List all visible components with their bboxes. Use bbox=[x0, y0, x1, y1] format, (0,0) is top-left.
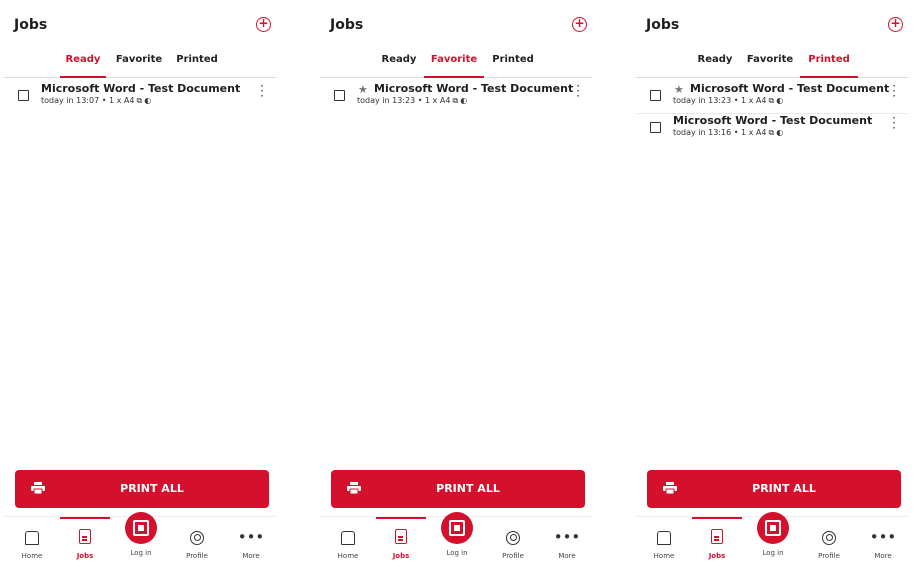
tab-printed[interactable]: Printed bbox=[172, 54, 222, 78]
nav-active-indicator bbox=[376, 517, 426, 519]
job-meta: today in 13:07 • 1 x A4 ⧉ ◐ bbox=[41, 96, 152, 105]
nav-profile[interactable]: Profile bbox=[488, 527, 538, 560]
tab-favorite[interactable]: Favorite bbox=[114, 54, 164, 78]
nav-profile[interactable]: Profile bbox=[804, 527, 854, 560]
print-all-button[interactable]: PRINT ALL bbox=[15, 470, 269, 508]
add-circle-icon[interactable]: + bbox=[572, 17, 587, 32]
star-icon[interactable]: ★ bbox=[674, 83, 684, 96]
nav-active-indicator bbox=[692, 517, 742, 519]
job-meta: today in 13:23 • 1 x A4 ⧉ ◐ bbox=[357, 96, 468, 105]
print-all-label: PRINT ALL bbox=[436, 482, 500, 495]
nav-login[interactable]: Log in bbox=[116, 544, 166, 557]
print-all-button[interactable]: PRINT ALL bbox=[647, 470, 901, 508]
add-circle-icon[interactable]: + bbox=[888, 17, 903, 32]
document-icon bbox=[395, 529, 407, 544]
print-all-label: PRINT ALL bbox=[752, 482, 816, 495]
job-row[interactable]: Microsoft Word - Test Document today in … bbox=[4, 80, 276, 114]
qr-code-icon bbox=[133, 520, 149, 536]
nav-profile[interactable]: Profile bbox=[172, 527, 222, 560]
tab-printed[interactable]: Printed bbox=[488, 54, 538, 78]
tab-favorite[interactable]: Favorite bbox=[744, 54, 796, 78]
qr-scan-button[interactable] bbox=[757, 512, 789, 544]
more-horizontal-icon: ••• bbox=[553, 528, 581, 546]
more-options-icon[interactable]: · · · bbox=[258, 80, 266, 102]
job-checkbox[interactable] bbox=[650, 122, 661, 133]
copies-icon: ⧉ bbox=[768, 128, 775, 137]
jobs-screen-ready: Jobs + Ready Favorite Printed Microsoft … bbox=[4, 0, 276, 572]
print-all-button[interactable]: PRINT ALL bbox=[331, 470, 585, 508]
nav-login[interactable]: Log in bbox=[748, 544, 798, 557]
qr-code-icon bbox=[449, 520, 465, 536]
qr-scan-button[interactable] bbox=[441, 512, 473, 544]
page-title: Jobs bbox=[14, 17, 48, 33]
job-title: Microsoft Word - Test Document bbox=[41, 82, 241, 95]
copies-icon: ⧉ bbox=[452, 96, 459, 105]
nav-active-indicator bbox=[60, 517, 110, 519]
star-icon[interactable]: ★ bbox=[358, 83, 368, 96]
nav-login[interactable]: Log in bbox=[432, 544, 482, 557]
screens-container: Jobs + Ready Favorite Printed Microsoft … bbox=[0, 0, 920, 572]
color-mode-icon: ◐ bbox=[776, 96, 784, 105]
copies-icon: ⧉ bbox=[768, 96, 775, 105]
tab-ready[interactable]: Ready bbox=[376, 54, 422, 78]
more-horizontal-icon: ••• bbox=[237, 528, 265, 546]
document-icon bbox=[79, 529, 91, 544]
more-horizontal-icon: ••• bbox=[869, 528, 897, 546]
add-circle-icon[interactable]: + bbox=[256, 17, 271, 32]
home-icon bbox=[25, 531, 39, 545]
job-title: Microsoft Word - Test Document bbox=[374, 82, 574, 95]
tab-bar: Ready Favorite Printed bbox=[636, 50, 908, 78]
copies-icon: ⧉ bbox=[136, 96, 143, 105]
home-icon bbox=[341, 531, 355, 545]
nav-jobs[interactable]: Jobs bbox=[376, 527, 426, 560]
jobs-screen-printed: Jobs + Ready Favorite Printed ★ Microsof… bbox=[636, 0, 908, 572]
job-row[interactable]: ★ Microsoft Word - Test Document today i… bbox=[636, 80, 908, 114]
tab-bar: Ready Favorite Printed bbox=[4, 50, 276, 78]
home-icon bbox=[657, 531, 671, 545]
more-options-icon[interactable]: · · · bbox=[890, 80, 898, 102]
nav-home[interactable]: Home bbox=[323, 527, 373, 560]
job-checkbox[interactable] bbox=[650, 90, 661, 101]
tab-printed[interactable]: Printed bbox=[800, 54, 858, 78]
nav-jobs[interactable]: Jobs bbox=[60, 527, 110, 560]
tab-ready[interactable]: Ready bbox=[692, 54, 738, 78]
color-mode-icon: ◐ bbox=[460, 96, 468, 105]
nav-home[interactable]: Home bbox=[639, 527, 689, 560]
print-all-label: PRINT ALL bbox=[120, 482, 184, 495]
qr-code-icon bbox=[765, 520, 781, 536]
job-row[interactable]: Microsoft Word - Test Document today in … bbox=[636, 112, 908, 146]
job-title: Microsoft Word - Test Document bbox=[690, 82, 890, 95]
job-title: Microsoft Word - Test Document bbox=[673, 114, 873, 127]
page-title: Jobs bbox=[330, 17, 364, 33]
job-checkbox[interactable] bbox=[18, 90, 29, 101]
nav-home[interactable]: Home bbox=[7, 527, 57, 560]
job-meta: today in 13:23 • 1 x A4 ⧉ ◐ bbox=[673, 96, 784, 105]
tab-ready[interactable]: Ready bbox=[60, 54, 106, 78]
qr-scan-button[interactable] bbox=[125, 512, 157, 544]
tab-favorite[interactable]: Favorite bbox=[424, 54, 484, 78]
profile-icon bbox=[506, 531, 520, 545]
more-options-icon[interactable]: · · · bbox=[890, 112, 898, 134]
nav-more[interactable]: ••• More bbox=[542, 527, 592, 560]
nav-more[interactable]: ••• More bbox=[226, 527, 276, 560]
profile-icon bbox=[190, 531, 204, 545]
profile-icon bbox=[822, 531, 836, 545]
page-title: Jobs bbox=[646, 17, 680, 33]
job-row[interactable]: ★ Microsoft Word - Test Document today i… bbox=[320, 80, 592, 114]
job-meta: today in 13:16 • 1 x A4 ⧉ ◐ bbox=[673, 128, 784, 137]
color-mode-icon: ◐ bbox=[776, 128, 784, 137]
job-checkbox[interactable] bbox=[334, 90, 345, 101]
nav-jobs[interactable]: Jobs bbox=[692, 527, 742, 560]
color-mode-icon: ◐ bbox=[144, 96, 152, 105]
tab-bar: Ready Favorite Printed bbox=[320, 50, 592, 78]
more-options-icon[interactable]: · · · bbox=[574, 80, 582, 102]
jobs-screen-favorite: Jobs + Ready Favorite Printed ★ Microsof… bbox=[320, 0, 592, 572]
nav-more[interactable]: ••• More bbox=[858, 527, 908, 560]
document-icon bbox=[711, 529, 723, 544]
